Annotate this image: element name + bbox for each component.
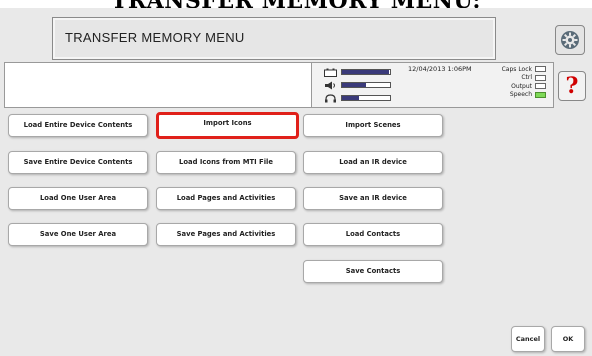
ok-button[interactable]: OK [551, 326, 585, 352]
indicator-caps-lock: Caps Lock [486, 65, 546, 74]
message-area [5, 63, 312, 107]
device-screen: TRANSFER MEMORY MENU 12/04/2013 1:06PM C… [0, 8, 592, 356]
help-button[interactable]: ? [558, 71, 586, 101]
date-time: 12/04/2013 1:06PM [408, 65, 472, 73]
load-contacts-button[interactable]: Load Contacts [303, 223, 443, 246]
indicator-ctrl: Ctrl [486, 74, 546, 83]
indicator-output: Output [486, 82, 546, 91]
save-pages-and-activities-button[interactable]: Save Pages and Activities [156, 223, 296, 246]
settings-button[interactable] [555, 25, 585, 55]
speaker-icon [325, 81, 335, 89]
indicator-light [535, 66, 546, 73]
load-icons-from-mti-file-button[interactable]: Load Icons from MTI File [156, 151, 296, 174]
battery-icon [324, 68, 337, 77]
battery-meter [324, 67, 391, 77]
gear-icon [561, 31, 579, 49]
load-entire-device-contents-button[interactable]: Load Entire Device Contents [8, 114, 148, 137]
key-indicators: Caps Lock Ctrl Output Speech [486, 65, 546, 99]
status-panel: 12/04/2013 1:06PM Caps Lock Ctrl Output … [4, 62, 554, 108]
load-pages-and-activities-button[interactable]: Load Pages and Activities [156, 187, 296, 210]
indicator-label: Ctrl [521, 74, 532, 82]
indicator-label: Caps Lock [501, 65, 532, 73]
indicator-light [535, 83, 546, 90]
import-icons-button[interactable]: Import Icons [156, 112, 299, 139]
indicator-label: Speech [509, 91, 532, 99]
indicator-light [535, 91, 546, 98]
title-bar: TRANSFER MEMORY MENU [52, 17, 496, 60]
status-area: 12/04/2013 1:06PM Caps Lock Ctrl Output … [312, 63, 553, 107]
save-entire-device-contents-button[interactable]: Save Entire Device Contents [8, 151, 148, 174]
indicator-label: Output [511, 82, 532, 90]
save-one-user-area-button[interactable]: Save One User Area [8, 223, 148, 246]
load-ir-device-button[interactable]: Load an IR device [303, 151, 443, 174]
headphones-icon [325, 93, 336, 102]
save-contacts-button[interactable]: Save Contacts [303, 260, 443, 283]
save-ir-device-button[interactable]: Save an IR device [303, 187, 443, 210]
indicator-speech: Speech [486, 91, 546, 100]
title-bar-label: TRANSFER MEMORY MENU [65, 30, 245, 45]
indicator-light [535, 74, 546, 81]
import-scenes-button[interactable]: Import Scenes [303, 114, 443, 137]
headphone-meter [324, 93, 391, 103]
load-one-user-area-button[interactable]: Load One User Area [8, 187, 148, 210]
cancel-button[interactable]: Cancel [511, 326, 545, 352]
volume-meter [324, 80, 391, 90]
